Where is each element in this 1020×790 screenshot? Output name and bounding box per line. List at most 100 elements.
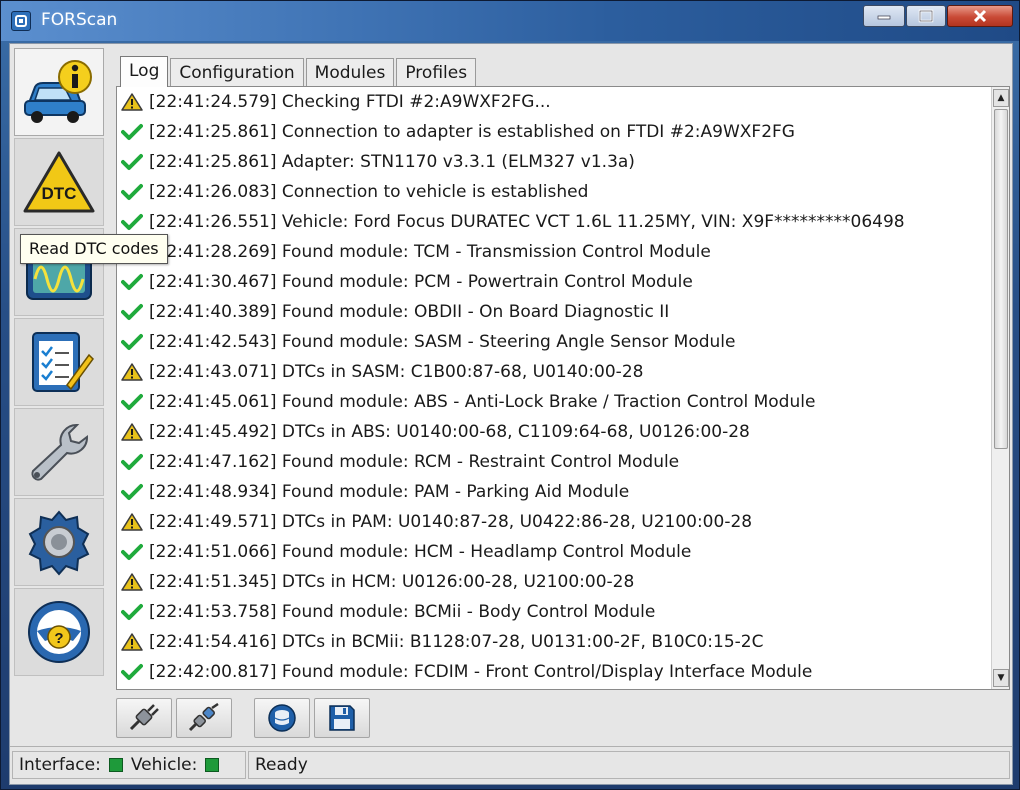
log-entry[interactable]: [22:41:53.758] Found module: BCMii - Bod… [117, 597, 991, 627]
log-entry-text: [22:41:40.389] Found module: OBDII - On … [149, 302, 670, 322]
sidebar-tooltip: Read DTC codes [20, 234, 168, 264]
check-icon [121, 481, 149, 503]
log-entry-text: [22:41:45.492] DTCs in ABS: U0140:00-68,… [149, 422, 750, 442]
database-icon [268, 704, 296, 732]
dtc-icon-label: DTC [42, 184, 77, 203]
window-title: FORScan [41, 10, 118, 30]
log-list[interactable]: [22:41:24.579] Checking FTDI #2:A9WXF2FG… [117, 87, 991, 689]
log-panel[interactable]: [22:41:24.579] Checking FTDI #2:A9WXF2FG… [116, 86, 1010, 690]
warning-icon [121, 571, 149, 593]
sidebar-item-configuration[interactable] [14, 498, 104, 586]
clear-log-button[interactable] [254, 698, 310, 738]
wrench-icon [31, 423, 89, 481]
log-entry[interactable]: [22:41:47.162] Found module: RCM - Restr… [117, 447, 991, 477]
sidebar-item-service[interactable] [14, 408, 104, 496]
status-message: Ready [255, 755, 308, 775]
log-entry-text: [22:41:26.083] Connection to vehicle is … [149, 182, 589, 202]
log-entry[interactable]: [22:41:49.571] DTCs in PAM: U0140:87-28,… [117, 507, 991, 537]
tab-profiles[interactable]: Profiles [396, 58, 477, 86]
log-entry-text: [22:41:54.416] DTCs in BCMii: B1128:07-2… [149, 632, 764, 652]
log-entry[interactable]: [22:41:28.269] Found module: TCM - Trans… [117, 237, 991, 267]
check-icon [121, 211, 149, 233]
warning-icon [121, 631, 149, 653]
log-entry-text: [22:41:47.162] Found module: RCM - Restr… [149, 452, 680, 472]
sidebar-item-tests[interactable] [14, 318, 104, 406]
warning-icon [121, 91, 149, 113]
check-icon [121, 601, 149, 623]
plug-disconnect-icon [188, 703, 219, 732]
log-entry-text: [22:41:26.551] Vehicle: Ford Focus DURAT… [149, 212, 905, 232]
warning-icon [121, 361, 149, 383]
log-entry[interactable]: [22:41:45.061] Found module: ABS - Anti-… [117, 387, 991, 417]
log-entry[interactable]: [22:41:40.389] Found module: OBDII - On … [117, 297, 991, 327]
scroll-down-arrow-icon[interactable]: ▼ [993, 669, 1009, 687]
log-entry[interactable]: [22:41:26.551] Vehicle: Ford Focus DURAT… [117, 207, 991, 237]
dtc-warning-icon: DTC [23, 151, 95, 213]
vehicle-status-led [205, 758, 220, 772]
check-icon [121, 331, 149, 353]
check-icon [121, 541, 149, 563]
car-info-icon [24, 60, 92, 123]
log-entry-text: [22:41:43.071] DTCs in SASM: C1B00:87-68… [149, 362, 644, 382]
check-icon [121, 181, 149, 203]
save-log-button[interactable] [314, 698, 370, 738]
close-button[interactable] [947, 5, 1013, 27]
log-entry-text: [22:42:00.817] Found module: FCDIM - Fro… [149, 662, 813, 682]
maximize-button[interactable] [906, 5, 946, 27]
connect-button[interactable] [116, 698, 172, 738]
log-entry[interactable]: [22:41:24.579] Checking FTDI #2:A9WXF2FG… [117, 87, 991, 117]
check-icon [121, 301, 149, 323]
log-entry[interactable]: [22:41:54.416] DTCs in BCMii: B1128:07-2… [117, 627, 991, 657]
log-entry[interactable]: [22:41:43.071] DTCs in SASM: C1B00:87-68… [117, 357, 991, 387]
disconnect-button[interactable] [176, 698, 232, 738]
log-entry-text: [22:41:42.543] Found module: SASM - Stee… [149, 332, 736, 352]
log-entry[interactable]: [22:41:45.492] DTCs in ABS: U0140:00-68,… [117, 417, 991, 447]
log-entry[interactable]: [22:41:51.066] Found module: HCM - Headl… [117, 537, 991, 567]
log-entry[interactable]: [22:41:42.543] Found module: SASM - Stee… [117, 327, 991, 357]
log-entry-text: [22:41:45.061] Found module: ABS - Anti-… [149, 392, 816, 412]
check-icon [121, 661, 149, 683]
checklist-icon [32, 332, 94, 392]
log-entry-text: [22:41:30.467] Found module: PCM - Power… [149, 272, 693, 292]
log-entry-text: [22:41:25.861] Adapter: STN1170 v3.3.1 (… [149, 152, 635, 172]
check-icon [121, 271, 149, 293]
status-bar: Interface: Vehicle: Ready [10, 746, 1012, 780]
log-entry-text: [22:41:49.571] DTCs in PAM: U0140:87-28,… [149, 512, 753, 532]
log-entry-text: [22:41:25.861] Connection to adapter is … [149, 122, 795, 142]
check-icon [121, 151, 149, 173]
log-entry-text: [22:41:24.579] Checking FTDI #2:A9WXF2FG… [149, 92, 551, 112]
tab-configuration[interactable]: Configuration [170, 58, 304, 86]
floppy-disk-icon [329, 705, 355, 731]
log-scrollbar[interactable]: ▲ ▼ [991, 87, 1009, 689]
title-bar[interactable]: FORScan [1, 1, 1019, 41]
tab-log[interactable]: Log [120, 56, 169, 87]
log-entry-text: [22:41:48.934] Found module: PAM - Parki… [149, 482, 630, 502]
app-icon [11, 11, 31, 31]
scroll-thumb[interactable] [994, 109, 1008, 449]
log-entry[interactable]: [22:41:30.467] Found module: PCM - Power… [117, 267, 991, 297]
plug-connect-icon [129, 704, 159, 731]
log-entry[interactable]: [22:41:25.861] Connection to adapter is … [117, 117, 991, 147]
check-icon [121, 391, 149, 413]
steering-wheel-help-icon: ? [28, 601, 90, 663]
interface-label: Interface: [19, 755, 101, 775]
sidebar-item-dtc[interactable]: DTC [14, 138, 104, 226]
warning-icon [121, 511, 149, 533]
scroll-up-arrow-icon[interactable]: ▲ [993, 89, 1009, 107]
sidebar-item-vehicle-info[interactable] [14, 48, 104, 136]
sidebar-item-help[interactable]: ? [14, 588, 104, 676]
sidebar: DTC ? [14, 48, 106, 680]
log-entry[interactable]: [22:41:48.934] Found module: PAM - Parki… [117, 477, 991, 507]
tab-modules[interactable]: Modules [305, 58, 395, 86]
bottom-toolbar [116, 698, 374, 738]
log-entry-text: [22:41:28.269] Found module: TCM - Trans… [149, 242, 711, 262]
log-entry[interactable]: [22:41:51.345] DTCs in HCM: U0126:00-28,… [117, 567, 991, 597]
log-entry-text: [22:41:51.345] DTCs in HCM: U0126:00-28,… [149, 572, 635, 592]
log-entry[interactable]: [22:41:26.083] Connection to vehicle is … [117, 177, 991, 207]
minimize-button[interactable] [863, 5, 905, 27]
status-message-area: Ready [248, 751, 1010, 779]
log-entry[interactable]: [22:42:00.817] Found module: FCDIM - Fro… [117, 657, 991, 687]
log-entry[interactable]: [22:41:25.861] Adapter: STN1170 v3.3.1 (… [117, 147, 991, 177]
check-icon [121, 121, 149, 143]
warning-icon [121, 421, 149, 443]
